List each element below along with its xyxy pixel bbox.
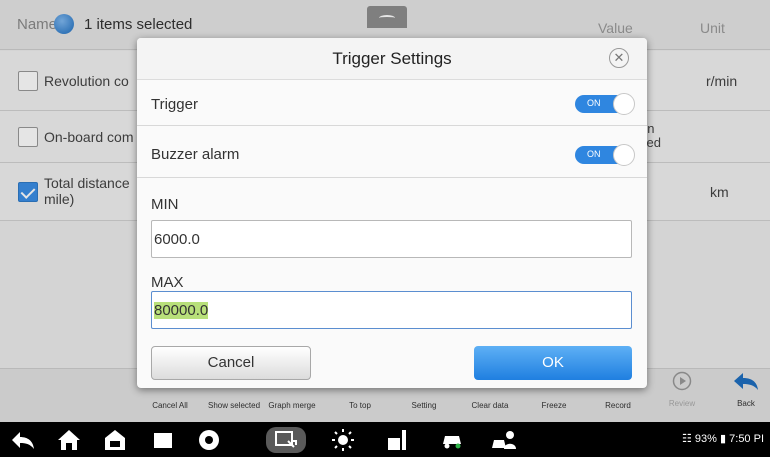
max-input[interactable]: 80000.0 <box>151 291 632 329</box>
toggle-knob <box>613 93 635 115</box>
min-value: 6000.0 <box>154 231 200 248</box>
back-icon[interactable] <box>10 427 36 453</box>
trigger-setting-row: Trigger ON <box>137 80 647 126</box>
wifi-icon: ☷ <box>681 433 692 445</box>
status-bar: ☷ 93% ▮ 7:50 PI <box>682 432 764 445</box>
dialog-title: Trigger Settings <box>332 49 452 68</box>
trigger-toggle-state: ON <box>587 98 601 108</box>
recent-apps-icon[interactable] <box>150 427 176 453</box>
trigger-settings-dialog: Trigger Settings ✕ Trigger ON Buzzer ala… <box>137 38 647 388</box>
clock: 7:50 PI <box>729 433 764 445</box>
dialog-title-bar: Trigger Settings ✕ <box>137 38 647 80</box>
brightness-icon[interactable] <box>330 427 356 453</box>
home-icon[interactable] <box>56 427 82 453</box>
cancel-button[interactable]: Cancel <box>151 346 311 380</box>
battery-icon: ▮ <box>720 433 727 445</box>
system-nav-bar: ☷ 93% ▮ 7:50 PI <box>0 422 770 457</box>
toggle-knob <box>613 144 635 166</box>
vci-connection-icon[interactable] <box>384 427 410 453</box>
car-check-icon[interactable] <box>440 427 466 453</box>
min-label: MIN <box>151 196 179 213</box>
ok-button[interactable]: OK <box>474 346 632 380</box>
chrome-icon[interactable] <box>196 427 222 453</box>
max-label: MAX <box>151 274 184 291</box>
min-input[interactable]: 6000.0 <box>151 220 632 258</box>
max-value: 80000.0 <box>154 302 209 319</box>
close-icon[interactable]: ✕ <box>609 48 629 68</box>
screenshot-icon[interactable] <box>266 427 306 453</box>
buzzer-toggle-state: ON <box>587 149 601 159</box>
remote-expert-icon[interactable] <box>490 427 516 453</box>
trigger-label: Trigger <box>151 96 198 113</box>
buzzer-alarm-toggle[interactable]: ON <box>575 144 635 166</box>
buzzer-alarm-label: Buzzer alarm <box>151 146 240 163</box>
trigger-toggle[interactable]: ON <box>575 93 635 115</box>
vci-home-icon[interactable] <box>102 427 128 453</box>
battery-level: 93% <box>694 433 717 445</box>
buzzer-setting-row: Buzzer alarm ON <box>137 126 647 178</box>
